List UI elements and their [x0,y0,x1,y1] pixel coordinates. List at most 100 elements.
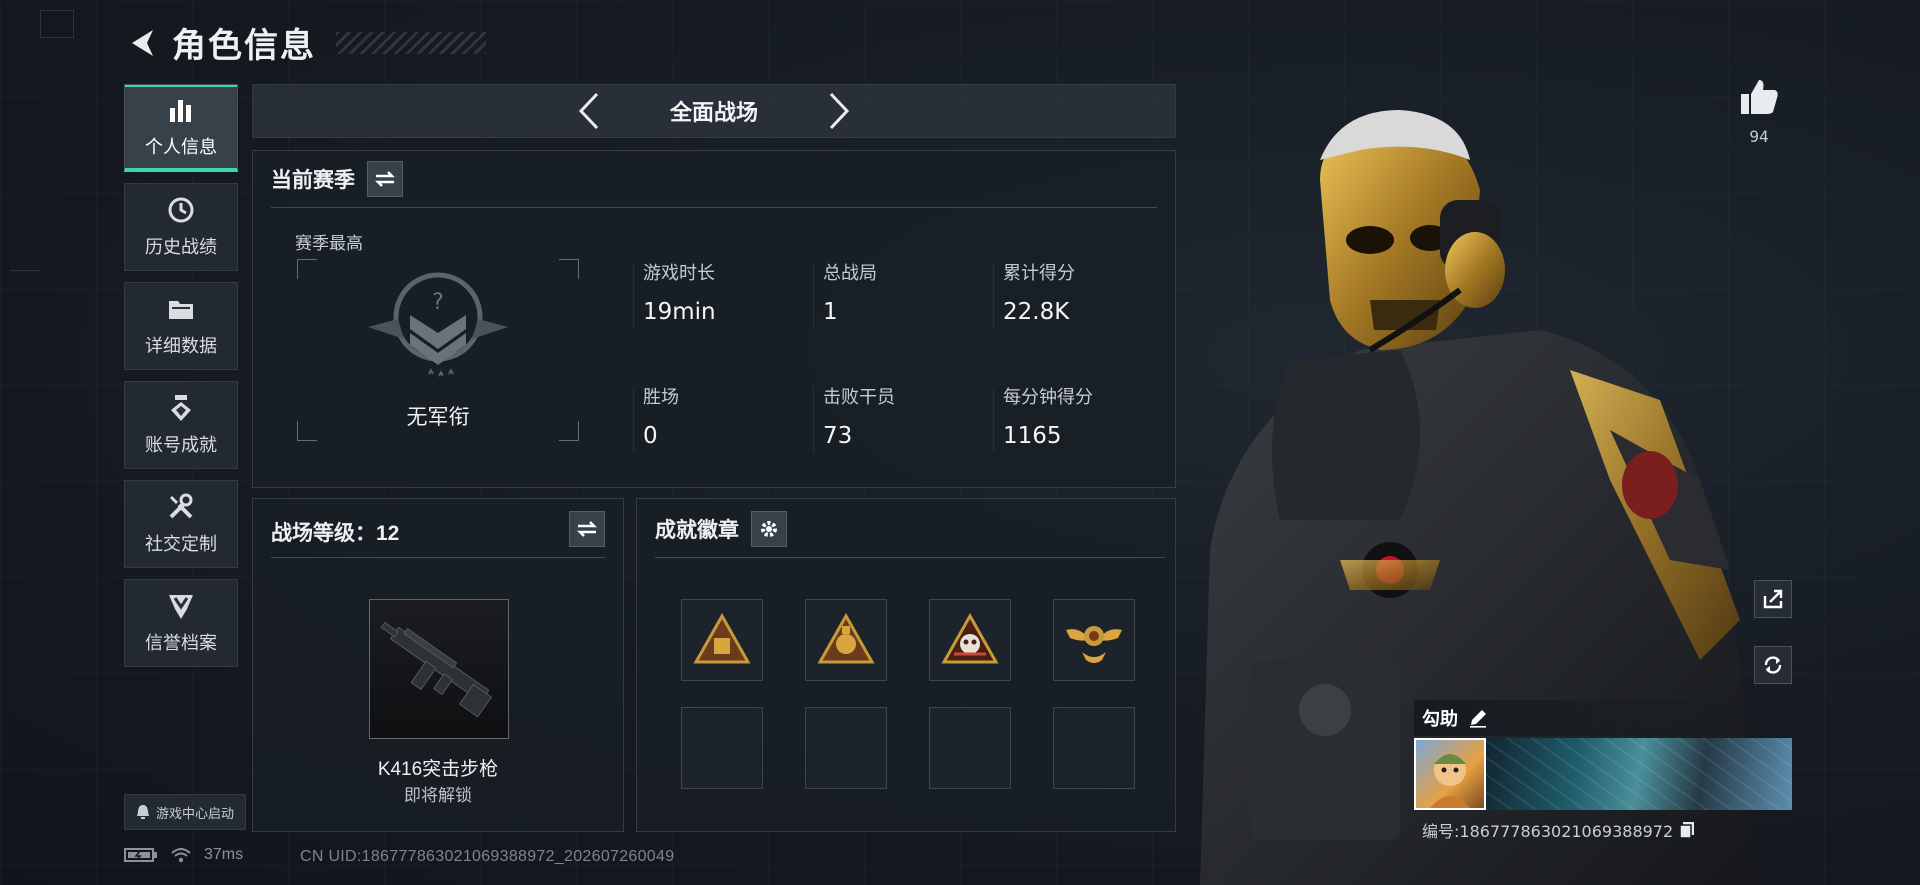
refresh-button[interactable] [1754,646,1792,684]
stat-wins: 胜场 0 [633,383,679,453]
stat-total-score: 累计得分 22.8K [993,259,1075,329]
stat-value: 1165 [1003,423,1062,449]
like-button[interactable]: 94 [1735,78,1783,146]
sidebar-item-personal-info[interactable]: 个人信息 [124,84,238,172]
current-season-panel: 当前赛季 赛季最高 ? 无军衔 游戏时长 19min 总战局 1 累计得分 22… [252,150,1176,488]
empty-badge-slot[interactable] [681,707,763,789]
back-arrow-icon [132,29,153,56]
empty-badge-slot[interactable] [1053,707,1135,789]
bar-chart-icon [166,95,196,125]
season-title-row: 当前赛季 [271,161,403,197]
sidebar-item-label: 历史战绩 [145,237,217,257]
folder-icon [166,294,196,324]
stat-label: 每分钟得分 [1003,387,1093,407]
tools-icon [166,492,196,522]
ping-value: 37ms [204,846,244,863]
edit-pencil-icon[interactable] [1468,708,1488,728]
page-title: 角色信息 [172,27,316,65]
frame-corner [297,259,317,279]
level-switch-button[interactable] [569,511,605,547]
season-best-label: 赛季最高 [295,234,363,253]
triangle-badge-icon [693,612,751,664]
achievement-badge[interactable] [681,599,763,681]
badges-title-row: 成就徽章 [655,511,787,547]
sidebar-item-reputation[interactable]: 信誉档案 [124,579,238,667]
battery-icon [124,848,157,862]
weapon-name: K416突击步枪 [377,759,499,780]
player-profile-card: 勾助 编号:1867778630210693889​72 [1414,700,1792,842]
stat-play-time: 游戏时长 19min [633,259,716,329]
achievement-badge[interactable] [1053,599,1135,681]
mode-next-button[interactable] [809,84,869,138]
shield-badge-icon [166,591,196,621]
weapon-thumbnail[interactable] [369,599,509,739]
achievement-badge[interactable] [929,599,1011,681]
stat-value: 1 [823,299,838,325]
gear-icon [761,521,777,537]
share-button[interactable] [1754,580,1792,618]
sidebar-item-label: 个人信息 [145,136,217,157]
season-title: 当前赛季 [271,169,355,192]
stat-value: 19min [643,299,716,325]
stat-label: 游戏时长 [643,263,715,283]
sidebar-item-label: 社交定制 [145,534,217,554]
sidebar-item-social-custom[interactable]: 社交定制 [124,480,238,568]
chevron-left-icon [578,92,599,130]
season-switch-button[interactable] [367,161,403,197]
battlefield-level-panel: 战场等级：12 K416突击步枪 即将解锁 [252,498,624,832]
mode-prev-button[interactable] [559,84,619,138]
sidebar-item-detailed-data[interactable]: 详细数据 [124,282,238,370]
player-id-row: 编号:1867778630210693889​72 [1414,818,1792,842]
bell-icon [136,805,149,819]
stat-value: 22.8K [1003,299,1070,325]
stat-label: 击败干员 [823,387,895,407]
achievement-badges-panel: 成就徽章 [636,498,1176,832]
badges-divider [655,557,1165,558]
triangle-badge-icon [817,612,875,664]
chevron-right-icon [829,92,850,130]
empty-badge-slot[interactable] [805,707,887,789]
rank-frame: ? 无军衔 [297,259,579,441]
badges-settings-button[interactable] [751,511,787,547]
wings-badge-icon [1066,626,1122,663]
corner-decoration [40,10,74,38]
wifi-icon [171,848,191,863]
sidebar: 个人信息 历史战绩 详细数据 账号成就 社交定制 信誉档案 [124,84,238,678]
back-button[interactable] [126,23,158,63]
swap-icon [577,521,597,537]
banner-artwork [1486,738,1792,810]
avatar-character-icon [1430,754,1470,808]
player-banner[interactable] [1414,738,1792,810]
rank-emblem-icon: ? [368,272,508,377]
stat-value: 73 [823,423,853,449]
skull-badge-icon [941,612,999,664]
frame-corner [559,259,579,279]
mode-switcher: 全面战场 [252,84,1176,138]
stat-label: 累计得分 [1003,263,1075,283]
player-id: 编号:1867778630210693889​72 [1422,822,1674,841]
empty-badge-slot[interactable] [929,707,1011,789]
sidebar-item-label: 信誉档案 [145,633,217,653]
share-icon [1763,589,1783,609]
stat-value: 0 [643,423,658,449]
sidebar-item-history[interactable]: 历史战绩 [124,183,238,271]
stat-total-matches: 总战局 1 [813,259,877,329]
title-decoration [336,31,486,54]
achievement-badge[interactable] [805,599,887,681]
sidebar-item-label: 详细数据 [145,336,217,356]
weapon-unlock-status: 即将解锁 [404,786,472,805]
stat-kills: 击败干员 73 [813,383,895,453]
season-divider [271,207,1157,208]
header: 角色信息 [126,18,486,67]
clock-icon [166,195,196,225]
stat-label: 胜场 [643,387,679,407]
sidebar-item-achievements[interactable]: 账号成就 [124,381,238,469]
sidebar-item-label: 账号成就 [145,435,217,455]
assault-rifle-icon [380,621,493,718]
copy-icon[interactable] [1679,821,1695,839]
launch-badge-label: 游戏中心启动 [155,805,234,821]
stat-score-per-minute: 每分钟得分 1165 [993,383,1093,453]
refresh-icon [1764,656,1782,674]
avatar[interactable] [1414,738,1486,810]
level-title: 战场等级：12 [271,522,400,545]
